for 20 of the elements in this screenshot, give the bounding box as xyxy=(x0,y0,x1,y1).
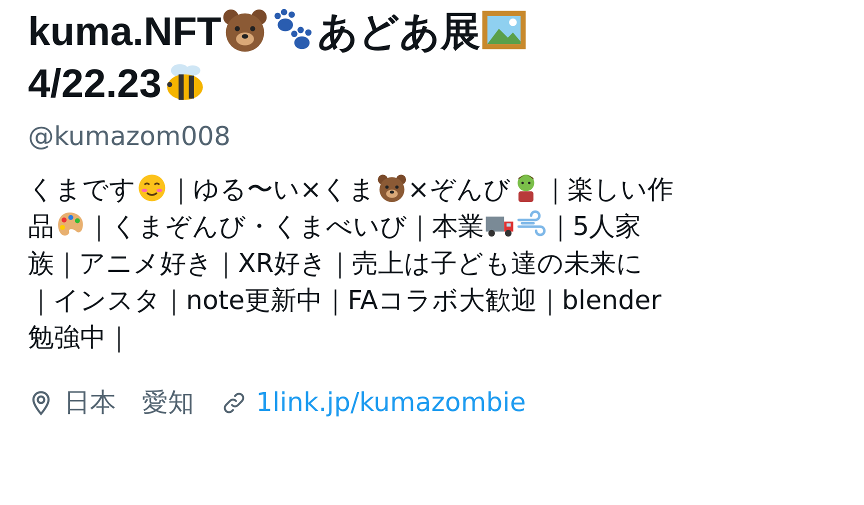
website-link[interactable]: 1link.jp/kumazombie xyxy=(256,388,526,418)
bio-text: ｜5人家 xyxy=(548,212,642,242)
bio-text: ｜楽しい作 xyxy=(542,175,674,205)
bio-text: 品 xyxy=(28,212,54,242)
display-name: kuma.NFT xyxy=(28,10,222,54)
bio-text: ｜くまぞんび・くまべいび｜本業 xyxy=(86,212,484,242)
bear-face-icon xyxy=(376,173,407,204)
bio-text: 勉強中｜ xyxy=(28,323,131,353)
location-text: 日本 愛知 xyxy=(64,387,194,420)
bio-text: ｜ゆる〜い×くま xyxy=(168,175,376,205)
link-icon xyxy=(222,390,246,414)
display-name: 4/22.23 xyxy=(28,62,162,106)
bio-text: ｜インスタ｜note更新中｜FAコラボ大歓迎｜blender xyxy=(28,286,662,316)
bear-face-icon xyxy=(222,7,268,53)
bio-text: くまです xyxy=(28,175,136,205)
bio-text: ×ぞんび xyxy=(408,175,510,205)
bio-text: 族｜アニメ好き｜XR好き｜売上は子ども達の未来に xyxy=(28,249,643,279)
username-handle: @kumazom008 xyxy=(28,122,231,152)
smiling-face-icon xyxy=(137,173,167,204)
display-name: あどあ展 xyxy=(317,10,480,54)
